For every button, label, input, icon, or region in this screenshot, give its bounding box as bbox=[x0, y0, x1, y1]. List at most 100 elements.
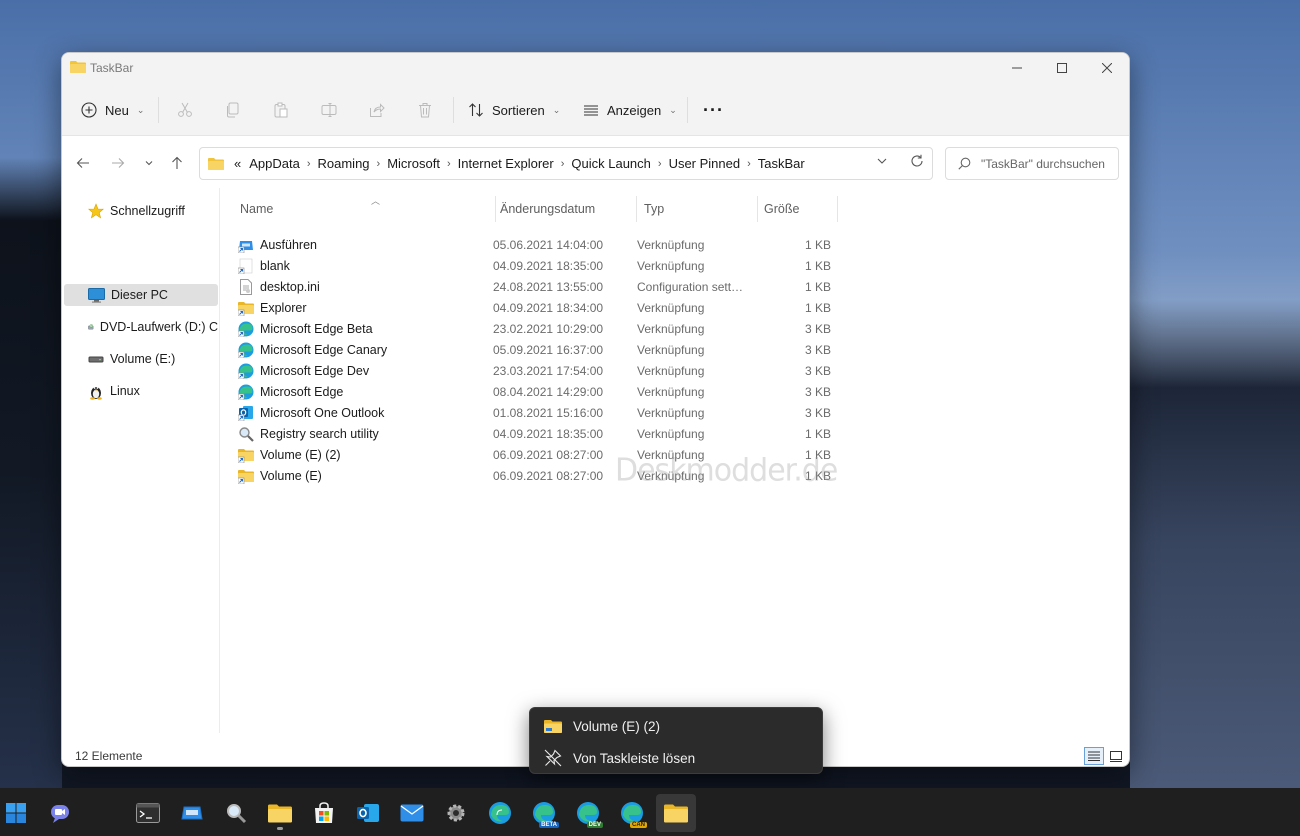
tiles-view-button[interactable] bbox=[1106, 747, 1126, 765]
edge-icon bbox=[489, 802, 511, 824]
file-row[interactable]: Microsoft Edge Dev 23.03.2021 17:54:00 Ver… bbox=[237, 360, 838, 381]
refresh-button[interactable] bbox=[910, 154, 924, 171]
breadcrumb-roaming[interactable]: Roaming bbox=[314, 156, 374, 171]
column-header-size[interactable]: Größe bbox=[758, 196, 838, 222]
edge-canary-tag: CAN bbox=[630, 822, 647, 828]
address-bar[interactable]: « AppData › Roaming › Microsoft › Intern… bbox=[199, 147, 933, 180]
gear-icon bbox=[447, 804, 465, 822]
nav-item-volume-e[interactable]: Volume (E:) bbox=[64, 348, 218, 370]
nav-item-this-pc[interactable]: Dieser PC bbox=[64, 284, 218, 306]
file-row[interactable]: blank 04.09.2021 18:35:00 Verknüpfung 1 KB bbox=[237, 255, 838, 276]
new-button[interactable]: Neu ⌄ bbox=[81, 95, 144, 125]
run-shortcut-button[interactable] bbox=[172, 794, 212, 832]
nav-item-quick-access[interactable]: Schnellzugriff bbox=[64, 200, 218, 222]
rename-button[interactable] bbox=[321, 95, 337, 125]
outlook-button[interactable] bbox=[348, 794, 388, 832]
settings-button[interactable] bbox=[436, 794, 476, 832]
folder-icon bbox=[70, 60, 86, 77]
folder-shortcut-icon bbox=[237, 300, 254, 316]
tiles-view-icon bbox=[1110, 750, 1122, 762]
unpin-from-taskbar[interactable]: Von Taskleiste lösen bbox=[530, 743, 822, 773]
breadcrumb-microsoft[interactable]: Microsoft bbox=[383, 156, 444, 171]
file-name-cell: Microsoft Edge Dev bbox=[237, 363, 493, 379]
forward-button[interactable] bbox=[107, 152, 129, 174]
chevron-right-icon[interactable]: › bbox=[374, 158, 384, 170]
breadcrumb-user-pinned[interactable]: User Pinned bbox=[665, 156, 745, 171]
delete-button[interactable] bbox=[417, 95, 433, 125]
column-header-type[interactable]: Typ bbox=[638, 196, 758, 222]
close-button[interactable] bbox=[1084, 53, 1129, 83]
minimize-button[interactable] bbox=[994, 53, 1040, 83]
recent-locations-button[interactable] bbox=[138, 152, 160, 174]
copy-button[interactable] bbox=[225, 95, 241, 125]
command-bar: Neu ⌄ Sortieren ⌄ Anzeigen ⌄ ··· bbox=[62, 83, 1129, 136]
column-header-name[interactable]: ︿ Name bbox=[234, 196, 496, 222]
chevron-right-icon[interactable]: › bbox=[655, 158, 665, 170]
jump-list-item-volume-e-2[interactable]: Volume (E) (2) bbox=[530, 711, 822, 741]
details-view-icon bbox=[1088, 751, 1100, 761]
view-button[interactable]: Anzeigen ⌄ bbox=[583, 95, 677, 125]
file-row[interactable]: Microsoft One Outlook 01.08.2021 15:16:00… bbox=[237, 402, 838, 423]
taskbar: BETA DEV CAN bbox=[0, 788, 1300, 836]
file-row[interactable]: Microsoft Edge Canary 05.09.2021 16:37:00… bbox=[237, 339, 838, 360]
chevron-right-icon[interactable]: › bbox=[304, 158, 314, 170]
teams-chat-button[interactable] bbox=[40, 794, 80, 832]
file-name: Ausführen bbox=[260, 237, 317, 252]
file-row[interactable]: Registry search utility 04.09.2021 18:35:… bbox=[238, 423, 838, 444]
file-size: 3 KB bbox=[804, 384, 831, 399]
sort-ascending-icon: ︿ bbox=[371, 196, 381, 206]
file-row[interactable]: Microsoft Edge Beta 23.02.2021 10:29:00 Ve… bbox=[237, 318, 838, 339]
file-explorer-taskbar-button[interactable] bbox=[260, 794, 300, 832]
breadcrumb-quick-launch[interactable]: Quick Launch bbox=[567, 156, 655, 171]
mail-button[interactable] bbox=[392, 794, 432, 832]
file-date: 23.02.2021 10:29:00 bbox=[493, 321, 604, 336]
edge-canary-button[interactable]: CAN bbox=[612, 794, 652, 832]
paste-button[interactable] bbox=[273, 95, 289, 125]
edge-beta-button[interactable]: BETA bbox=[524, 794, 564, 832]
more-icon: ··· bbox=[703, 99, 724, 120]
details-view-button[interactable] bbox=[1084, 747, 1104, 765]
nav-label: Linux bbox=[110, 384, 140, 398]
chevron-right-icon[interactable]: › bbox=[444, 158, 454, 170]
nav-item-linux[interactable]: Linux bbox=[64, 380, 218, 402]
window-title: TaskBar bbox=[90, 61, 134, 75]
breadcrumb-internet-explorer[interactable]: Internet Explorer bbox=[454, 156, 558, 171]
refresh-icon bbox=[911, 154, 923, 167]
file-name: Volume (E) (2) bbox=[260, 447, 341, 462]
terminal-button[interactable] bbox=[128, 794, 168, 832]
breadcrumb-appdata[interactable]: AppData bbox=[245, 156, 304, 171]
sort-button[interactable]: Sortieren ⌄ bbox=[468, 95, 560, 125]
magnifier-icon bbox=[227, 804, 247, 824]
share-button[interactable] bbox=[369, 95, 385, 125]
cut-button[interactable] bbox=[177, 95, 193, 125]
volume-e-folder-button[interactable] bbox=[656, 794, 696, 832]
maximize-button[interactable] bbox=[1039, 53, 1085, 83]
share-icon bbox=[370, 103, 385, 117]
back-button[interactable] bbox=[72, 152, 94, 174]
up-button[interactable] bbox=[166, 152, 188, 174]
breadcrumb-taskbar[interactable]: TaskBar bbox=[754, 156, 809, 171]
registry-search-button[interactable] bbox=[216, 794, 256, 832]
file-size: 3 KB bbox=[804, 342, 831, 357]
column-label: Änderungsdatum bbox=[500, 202, 596, 216]
column-header-date[interactable]: Änderungsdatum bbox=[494, 196, 637, 222]
file-name: Explorer bbox=[260, 300, 307, 315]
jump-list-label: Von Taskleiste lösen bbox=[573, 750, 696, 766]
edge-dev-button[interactable]: DEV bbox=[568, 794, 608, 832]
scissors-icon bbox=[178, 102, 192, 117]
file-row[interactable]: desktop.ini 24.08.2021 13:55:00 Configurat… bbox=[238, 276, 838, 297]
start-button[interactable] bbox=[0, 794, 36, 832]
file-row[interactable]: Microsoft Edge 08.04.2021 14:29:00 Verknüp… bbox=[237, 381, 838, 402]
file-row[interactable]: Ausführen 05.06.2021 14:04:00 Verknüpfung 1… bbox=[237, 234, 838, 255]
search-input[interactable]: "TaskBar" durchsuchen bbox=[945, 147, 1119, 180]
more-options-button[interactable]: ··· bbox=[703, 95, 724, 125]
address-dropdown-button[interactable] bbox=[876, 155, 888, 170]
edge-button[interactable] bbox=[480, 794, 520, 832]
chevron-right-icon[interactable]: › bbox=[558, 158, 568, 170]
file-type: Verknüpfung bbox=[637, 300, 705, 315]
file-row[interactable]: Explorer 04.09.2021 18:34:00 Verknüpfung 1 … bbox=[237, 297, 838, 318]
chevron-right-icon[interactable]: › bbox=[744, 158, 754, 170]
store-button[interactable] bbox=[304, 794, 344, 832]
breadcrumb-overflow[interactable]: « bbox=[230, 156, 245, 171]
nav-item-dvd-drive[interactable]: DVD-Laufwerk (D:) C bbox=[64, 316, 218, 338]
